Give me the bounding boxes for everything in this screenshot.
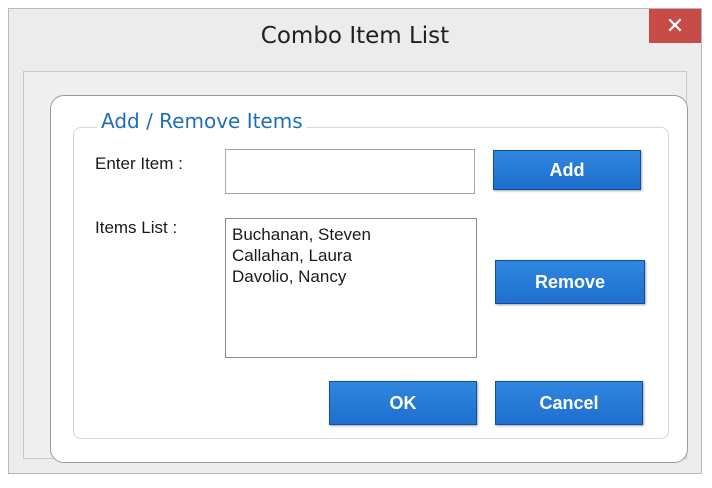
dialog-window: Combo Item List ✕ Add / Remove Items Ent… (8, 8, 702, 474)
remove-button[interactable]: Remove (495, 260, 645, 304)
add-button[interactable]: Add (493, 150, 641, 190)
list-item[interactable]: Buchanan, Steven (232, 224, 470, 245)
dialog-client-area: Add / Remove Items Enter Item : Add Item… (23, 71, 688, 463)
list-item[interactable]: Davolio, Nancy (232, 266, 470, 287)
close-button[interactable]: ✕ (649, 9, 701, 43)
close-icon: ✕ (665, 13, 685, 39)
cancel-button[interactable]: Cancel (495, 381, 643, 425)
enter-item-label: Enter Item : (95, 154, 183, 173)
title-bar[interactable]: Combo Item List ✕ (9, 9, 701, 71)
items-listbox[interactable]: Buchanan, Steven Callahan, Laura Davolio, … (225, 218, 477, 358)
ok-button[interactable]: OK (329, 381, 477, 425)
window-title: Combo Item List (260, 23, 450, 49)
list-item[interactable]: Callahan, Laura (232, 245, 470, 266)
enter-item-input[interactable] (225, 149, 475, 194)
items-list-label: Items List : (95, 218, 178, 237)
groupbox-title: Add / Remove Items (97, 109, 307, 133)
content-panel: Add / Remove Items Enter Item : Add Item… (50, 95, 688, 463)
